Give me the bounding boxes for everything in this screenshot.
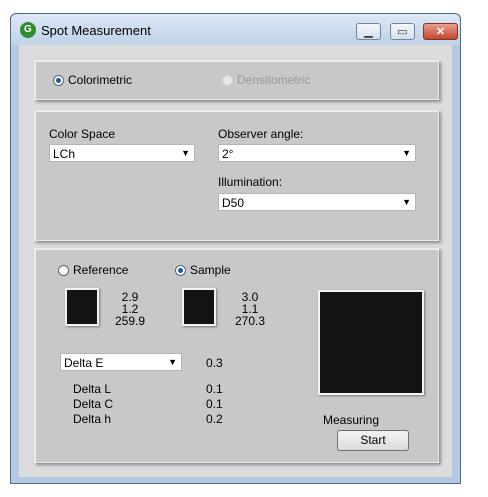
delta-select[interactable]: Delta E ▼: [60, 353, 182, 371]
observer-angle-value: 2°: [222, 147, 234, 161]
delta-c-value: 0.1: [206, 397, 223, 411]
sample-radio[interactable]: [175, 265, 186, 276]
color-space-label: Color Space: [49, 127, 116, 141]
reference-label[interactable]: Reference: [73, 263, 128, 277]
delta-h-label: Delta h: [73, 412, 112, 426]
mode-panel: Colorimetric Densitometric: [34, 60, 439, 100]
maximize-button[interactable]: ▭: [390, 23, 415, 40]
observer-angle-label: Observer angle:: [218, 127, 304, 141]
chevron-down-icon: ▼: [181, 148, 190, 158]
client-area: Colorimetric Densitometric Color Space L…: [19, 45, 452, 477]
illumination-value: D50: [222, 196, 245, 210]
settings-panel: Color Space LCh ▼ Observer angle: 2° ▼ I…: [34, 110, 439, 241]
delta-c-label: Delta C: [73, 397, 114, 411]
window-title: Spot Measurement: [41, 23, 151, 38]
measurement-panel: Reference Sample 2.9 1.2 259.9 3.0 1.1 2…: [34, 248, 439, 463]
densitometric-label: Densitometric: [237, 73, 311, 87]
close-icon: ✕: [435, 26, 446, 38]
chevron-down-icon: ▼: [402, 197, 411, 207]
delta-select-value: Delta E: [64, 356, 104, 370]
start-button[interactable]: Start: [337, 430, 409, 451]
observer-angle-select[interactable]: 2° ▼: [218, 144, 416, 162]
densitometric-radio[interactable]: [222, 75, 233, 86]
delta-l-label: Delta L: [73, 382, 112, 396]
minimize-button[interactable]: ▁: [356, 23, 381, 40]
illumination-select[interactable]: D50 ▼: [218, 193, 416, 211]
measuring-status: Measuring: [323, 413, 380, 427]
close-button[interactable]: ✕: [423, 23, 458, 40]
reference-swatch: [65, 288, 99, 326]
illumination-label: Illumination:: [218, 175, 283, 189]
reference-radio[interactable]: [58, 265, 69, 276]
measurement-preview: [318, 290, 424, 395]
minimize-icon: ▁: [364, 26, 373, 38]
chevron-down-icon: ▼: [168, 357, 177, 367]
sample-value-3: 270.3: [234, 314, 266, 328]
delta-h-value: 0.2: [206, 412, 223, 426]
delta-l-value: 0.1: [206, 382, 223, 396]
color-space-select[interactable]: LCh ▼: [49, 144, 195, 162]
title-bar[interactable]: G Spot Measurement ▁ ▭ ✕: [11, 14, 460, 45]
colorimetric-radio[interactable]: [53, 75, 64, 86]
chevron-down-icon: ▼: [402, 148, 411, 158]
app-icon: G: [20, 22, 36, 38]
reference-value-3: 259.9: [114, 314, 146, 328]
delta-e-value: 0.3: [206, 356, 223, 370]
color-space-value: LCh: [53, 147, 76, 161]
sample-label[interactable]: Sample: [190, 263, 231, 277]
maximize-icon: ▭: [397, 26, 408, 38]
colorimetric-label[interactable]: Colorimetric: [68, 73, 132, 87]
sample-swatch: [182, 288, 216, 326]
spot-measurement-window: G Spot Measurement ▁ ▭ ✕ Colorimetric De…: [10, 13, 461, 484]
